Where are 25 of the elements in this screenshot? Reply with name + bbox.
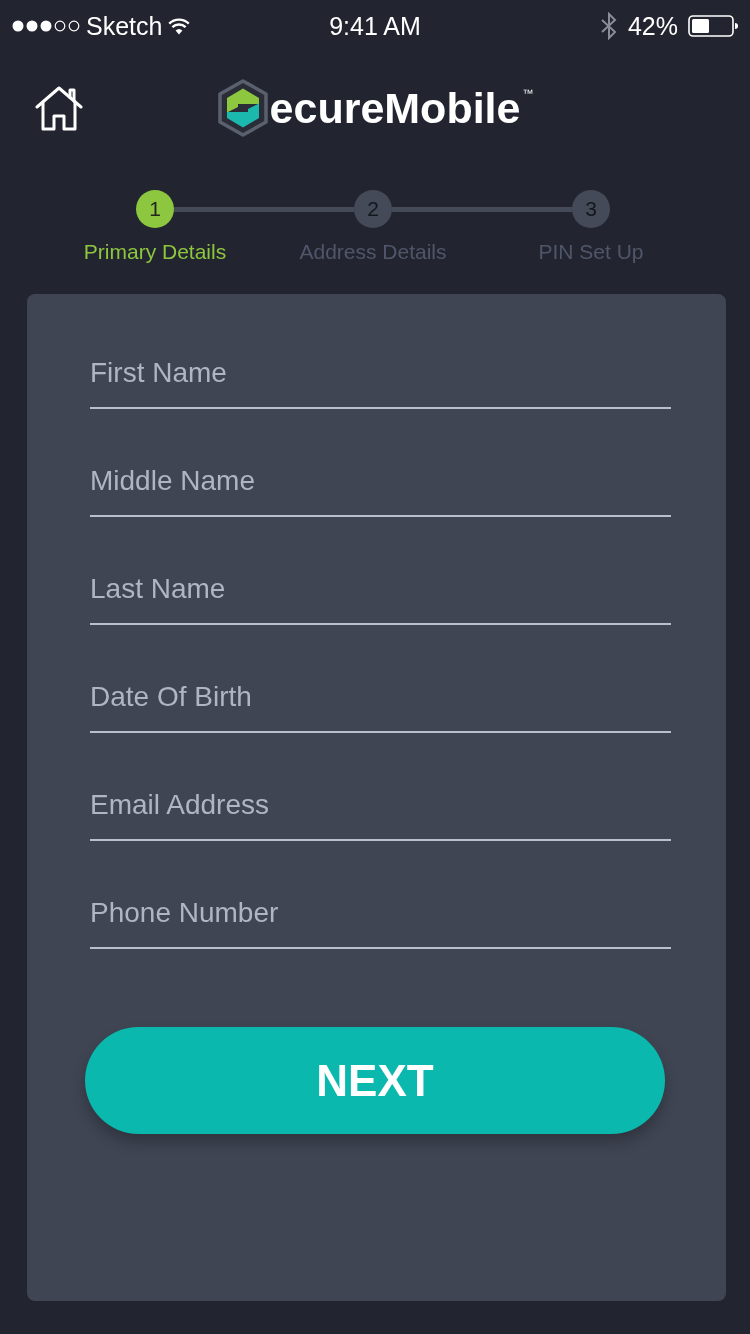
signal-strength-icon [12, 20, 80, 32]
input-field[interactable]: Email Address [90, 784, 671, 841]
battery-percentage: 42% [627, 11, 678, 41]
step-label: PIN Set Up [538, 240, 644, 264]
input-field[interactable]: First Name [90, 352, 671, 409]
trademark-symbol: ™ [522, 87, 534, 99]
next-button[interactable]: NEXT [85, 1027, 665, 1134]
home-button[interactable] [35, 85, 83, 131]
logo-wordmark: ecureMobile [269, 85, 521, 131]
step-number: 2 [354, 190, 392, 228]
step-number: 1 [136, 190, 174, 228]
battery-icon [688, 15, 738, 37]
input-field[interactable]: Middle Name [90, 460, 671, 517]
home-icon [35, 85, 83, 131]
step-label: Address Details [299, 240, 447, 264]
step-number: 3 [572, 190, 610, 228]
bluetooth-icon [599, 12, 618, 40]
carrier-name: Sketch [86, 11, 163, 41]
input-field[interactable]: Phone Number [90, 892, 671, 949]
status-time: 9:41 AM [329, 11, 421, 41]
step-label: Primary Details [83, 240, 227, 264]
input-field[interactable]: Date Of Birth [90, 676, 671, 733]
input-field[interactable]: Last Name [90, 568, 671, 625]
hexagon-s-logo-icon [216, 79, 269, 137]
wifi-icon [168, 17, 191, 35]
